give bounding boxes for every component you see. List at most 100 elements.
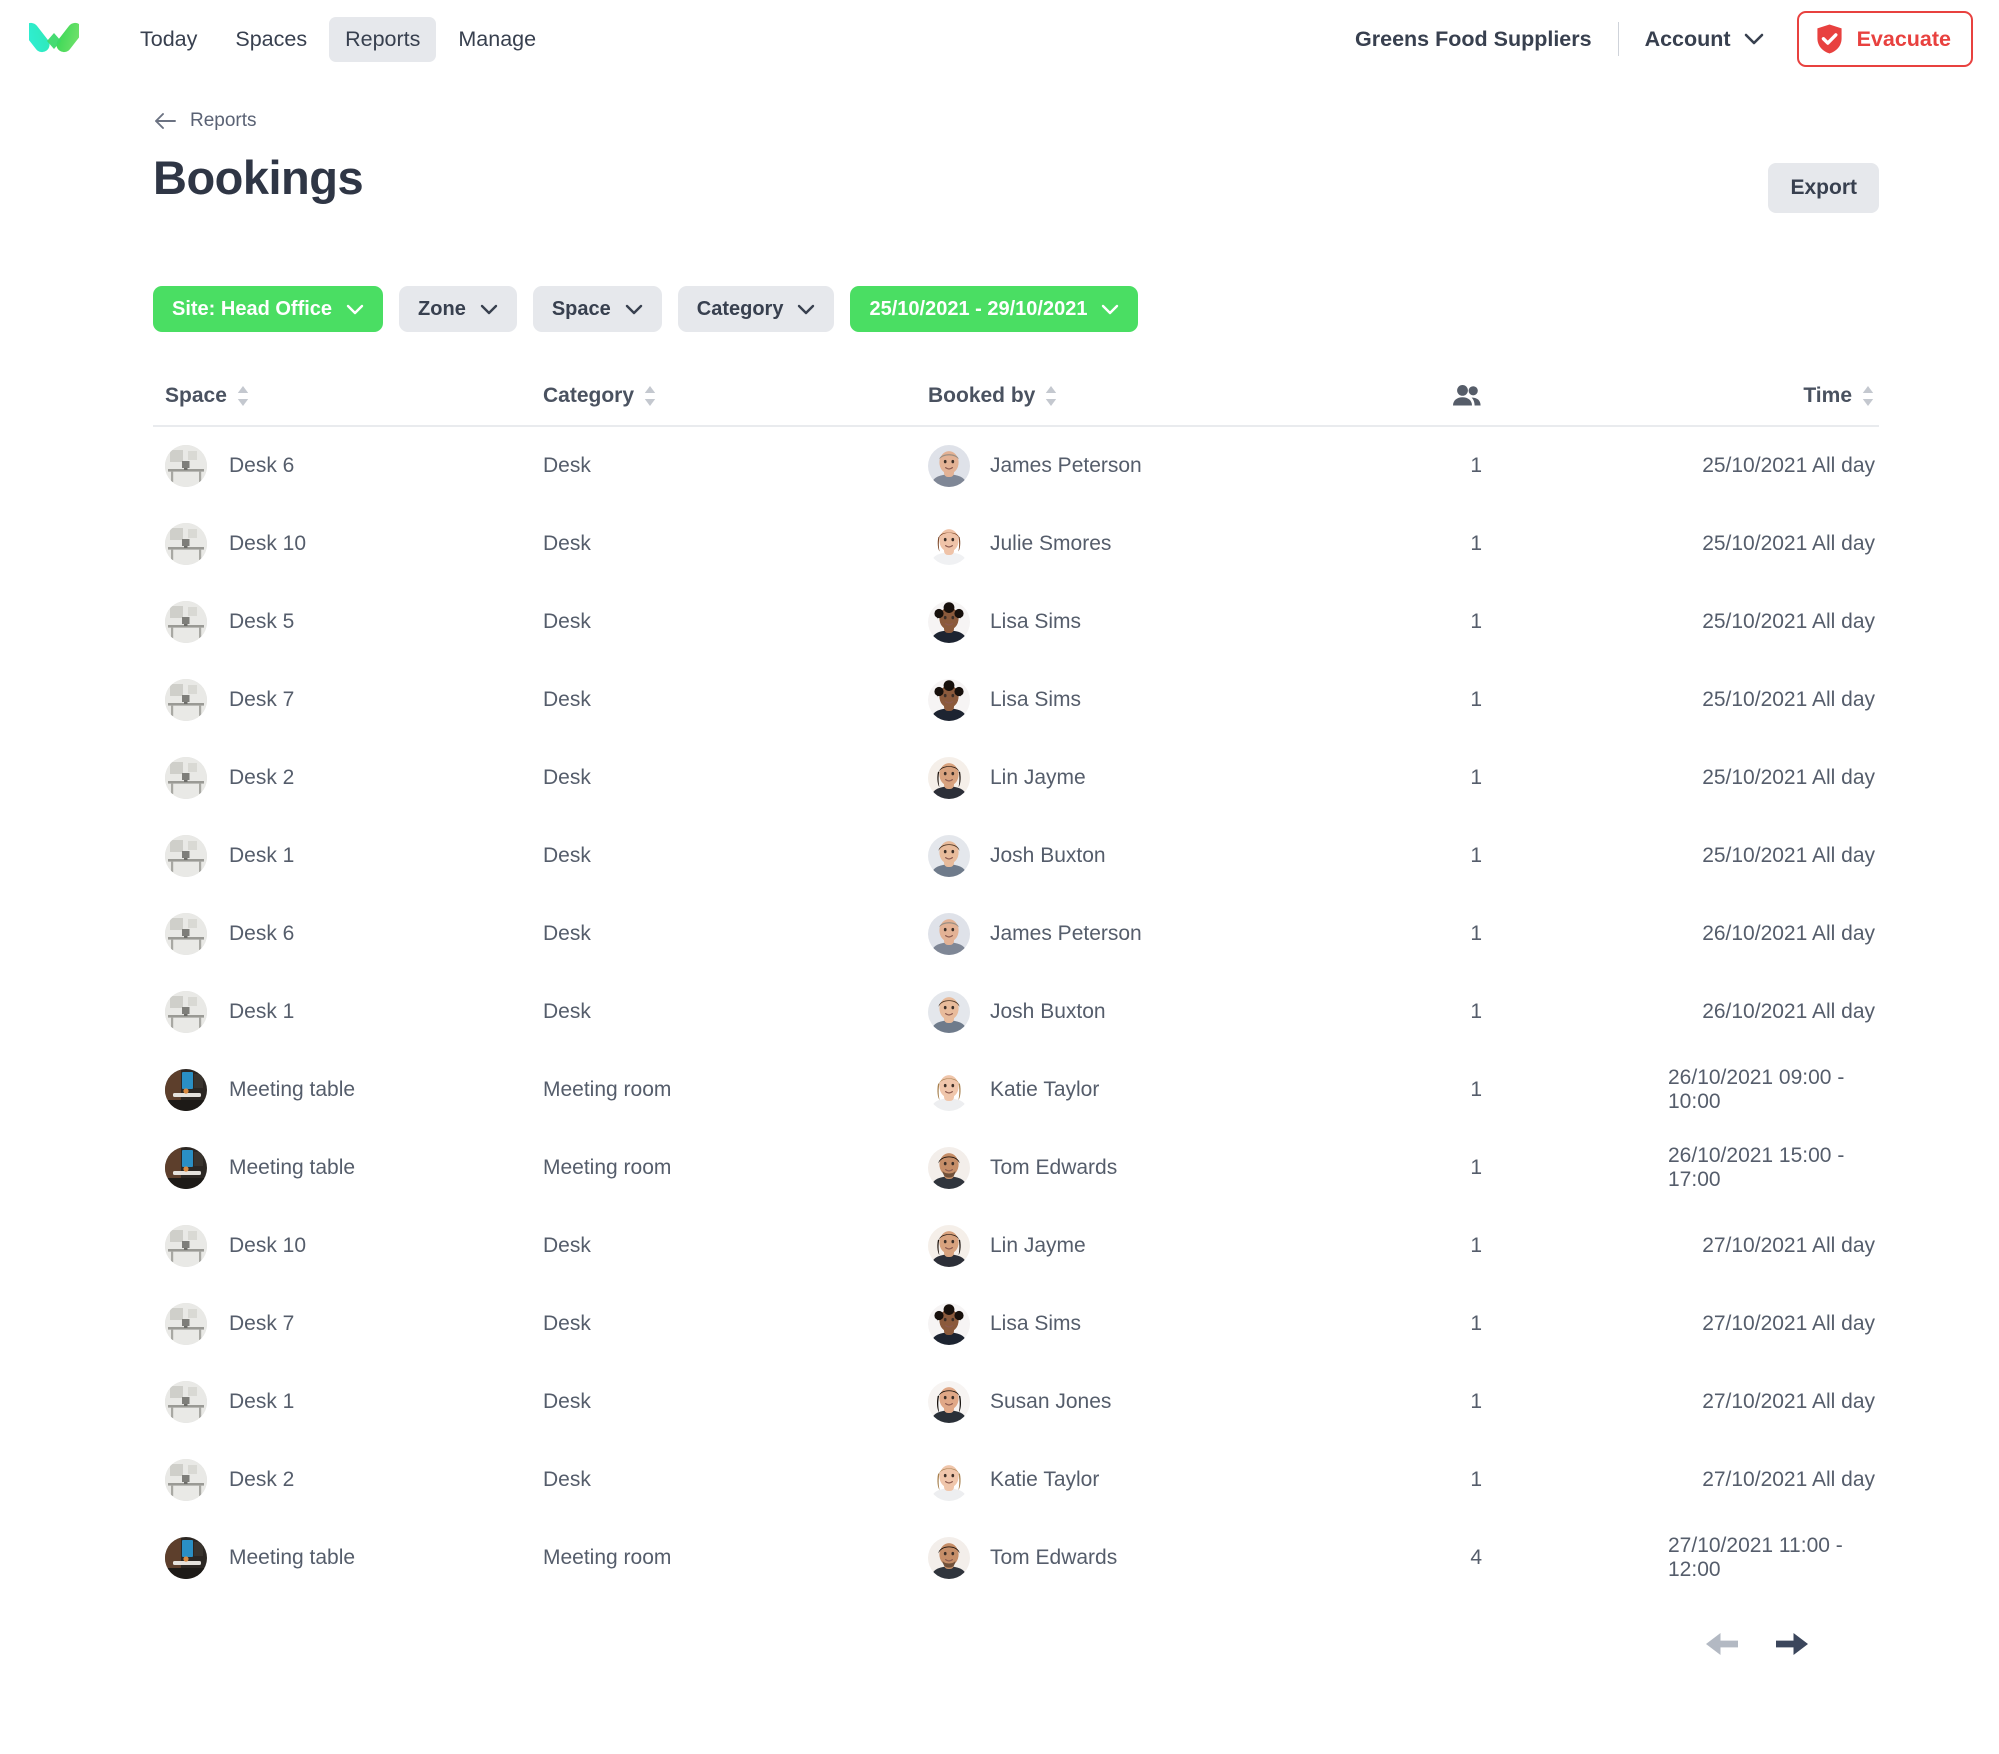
table-row[interactable]: Desk 7 Desk Lisa Sims 1 25/10/2021 All d… [153, 661, 1879, 739]
avatar [928, 1147, 970, 1189]
pagination-next-button[interactable] [1775, 1631, 1809, 1657]
table-row[interactable]: Desk 2 Desk Katie Taylor 1 27/10/2021 Al… [153, 1441, 1879, 1519]
cell-time: 27/10/2021 All day [1668, 1312, 1879, 1336]
cell-people-count: 1 [1298, 532, 1668, 556]
column-header-booked-by[interactable]: Booked by [928, 384, 1298, 408]
cell-booked-by: Lisa Sims [928, 601, 1298, 643]
cell-people-count: 1 [1298, 610, 1668, 634]
chevron-down-icon [346, 304, 364, 314]
table-row[interactable]: Desk 6 Desk James Peterson 1 25/10/2021 … [153, 427, 1879, 505]
space-thumbnail-icon [165, 835, 207, 877]
cell-space: Meeting table [153, 1537, 543, 1579]
cell-people-count-label: 1 [1470, 844, 1482, 867]
avatar [928, 679, 970, 721]
cell-category-label: Meeting room [543, 1078, 672, 1101]
cell-category-label: Meeting room [543, 1156, 672, 1179]
nav-link-manage[interactable]: Manage [442, 17, 552, 62]
table-row[interactable]: Meeting table Meeting room Katie Taylor … [153, 1051, 1879, 1129]
cell-space: Desk 6 [153, 913, 543, 955]
cell-time: 26/10/2021 All day [1668, 1000, 1879, 1024]
avatar [928, 1069, 970, 1111]
cell-booked-by: Josh Buxton [928, 835, 1298, 877]
table-row[interactable]: Desk 5 Desk Lisa Sims 1 25/10/2021 All d… [153, 583, 1879, 661]
cell-time: 25/10/2021 All day [1668, 688, 1879, 712]
cell-people-count: 1 [1298, 1312, 1668, 1336]
cell-people-count: 1 [1298, 922, 1668, 946]
cell-time: 27/10/2021 All day [1668, 1468, 1879, 1492]
table-row[interactable]: Desk 1 Desk Susan Jones 1 27/10/2021 All… [153, 1363, 1879, 1441]
arrow-left-icon [1706, 1633, 1738, 1655]
table-row[interactable]: Desk 10 Desk Lin Jayme 1 27/10/2021 All … [153, 1207, 1879, 1285]
organization-name: Greens Food Suppliers [1355, 26, 1592, 51]
account-menu-label: Account [1644, 26, 1731, 51]
cell-booked-by: Lisa Sims [928, 679, 1298, 721]
nav-link-today[interactable]: Today [124, 17, 213, 62]
avatar [928, 991, 970, 1033]
cell-space-label: Meeting table [229, 1078, 356, 1101]
chevron-down-icon [625, 304, 642, 314]
table-header-row: Space Category Booked by Time [153, 384, 1879, 427]
column-header-space[interactable]: Space [153, 384, 543, 408]
cell-category: Desk [543, 1000, 928, 1024]
nav-link-spaces[interactable]: Spaces [219, 17, 323, 62]
nav-link-reports[interactable]: Reports [329, 16, 437, 62]
cell-time-label: 26/10/2021 All day [1702, 922, 1875, 945]
breadcrumb[interactable]: Reports [153, 110, 257, 132]
cell-time: 25/10/2021 All day [1668, 454, 1879, 478]
cell-people-count-label: 1 [1470, 532, 1482, 555]
evacuate-button[interactable]: Evacuate [1796, 11, 1973, 67]
filter-date-range[interactable]: 25/10/2021 - 29/10/2021 [850, 286, 1139, 332]
column-header-people [1298, 384, 1668, 408]
cell-booked-by: Julie Smores [928, 523, 1298, 565]
cell-people-count-label: 1 [1470, 766, 1482, 789]
filter-space[interactable]: Space [532, 286, 662, 332]
filter-category[interactable]: Category [677, 286, 835, 332]
cell-people-count-label: 1 [1470, 1390, 1482, 1413]
space-thumbnail-icon [165, 445, 207, 487]
cell-people-count-label: 1 [1470, 1000, 1482, 1023]
column-header-category-label: Category [543, 384, 635, 407]
cell-people-count-label: 1 [1470, 922, 1482, 945]
evacuate-button-label: Evacuate [1856, 26, 1951, 51]
table-row[interactable]: Desk 1 Desk Josh Buxton 1 26/10/2021 All… [153, 973, 1879, 1051]
breadcrumb-label: Reports [190, 110, 257, 131]
cell-category-label: Desk [543, 766, 591, 789]
table-row[interactable]: Desk 6 Desk James Peterson 1 26/10/2021 … [153, 895, 1879, 973]
cell-booked-by: Lisa Sims [928, 1303, 1298, 1345]
table-row[interactable]: Meeting table Meeting room Tom Edwards 4… [153, 1519, 1879, 1597]
cell-category-label: Desk [543, 688, 591, 711]
cell-category: Meeting room [543, 1546, 928, 1570]
app-logo[interactable] [26, 11, 82, 67]
table-row[interactable]: Desk 10 Desk Julie Smores 1 25/10/2021 A… [153, 505, 1879, 583]
column-header-category[interactable]: Category [543, 384, 928, 408]
space-thumbnail-icon [165, 1303, 207, 1345]
cell-people-count-label: 1 [1470, 1468, 1482, 1491]
cell-category: Meeting room [543, 1078, 928, 1102]
table-row[interactable]: Desk 1 Desk Josh Buxton 1 25/10/2021 All… [153, 817, 1879, 895]
cell-time: 26/10/2021 09:00 - 10:00 [1668, 1066, 1879, 1114]
export-button[interactable]: Export [1768, 163, 1879, 213]
cell-booked-by-label: James Peterson [990, 922, 1142, 945]
cell-time-label: 25/10/2021 All day [1702, 532, 1875, 555]
cell-booked-by-label: Josh Buxton [990, 844, 1106, 867]
table-row[interactable]: Desk 2 Desk Lin Jayme 1 25/10/2021 All d… [153, 739, 1879, 817]
table-row[interactable]: Desk 7 Desk Lisa Sims 1 27/10/2021 All d… [153, 1285, 1879, 1363]
sort-updown-icon [644, 386, 656, 406]
column-header-time[interactable]: Time [1668, 384, 1879, 408]
cell-category: Desk [543, 454, 928, 478]
table-row[interactable]: Meeting table Meeting room Tom Edwards 1… [153, 1129, 1879, 1207]
pagination-prev-button[interactable] [1705, 1631, 1739, 1657]
filter-zone[interactable]: Zone [399, 286, 517, 332]
shield-check-icon [1816, 24, 1842, 54]
account-menu[interactable]: Account [1645, 27, 1764, 52]
filter-site[interactable]: Site: Head Office [153, 286, 384, 332]
pagination [153, 1631, 1879, 1657]
cell-category-label: Meeting room [543, 1546, 672, 1569]
cell-time-label: 25/10/2021 All day [1702, 766, 1875, 789]
filter-site-label: Site: Head Office [172, 297, 333, 320]
column-header-space-label: Space [165, 384, 227, 407]
cell-space-label: Desk 2 [229, 1468, 295, 1491]
cell-space: Desk 1 [153, 835, 543, 877]
cell-category: Desk [543, 610, 928, 634]
cell-people-count: 1 [1298, 688, 1668, 712]
